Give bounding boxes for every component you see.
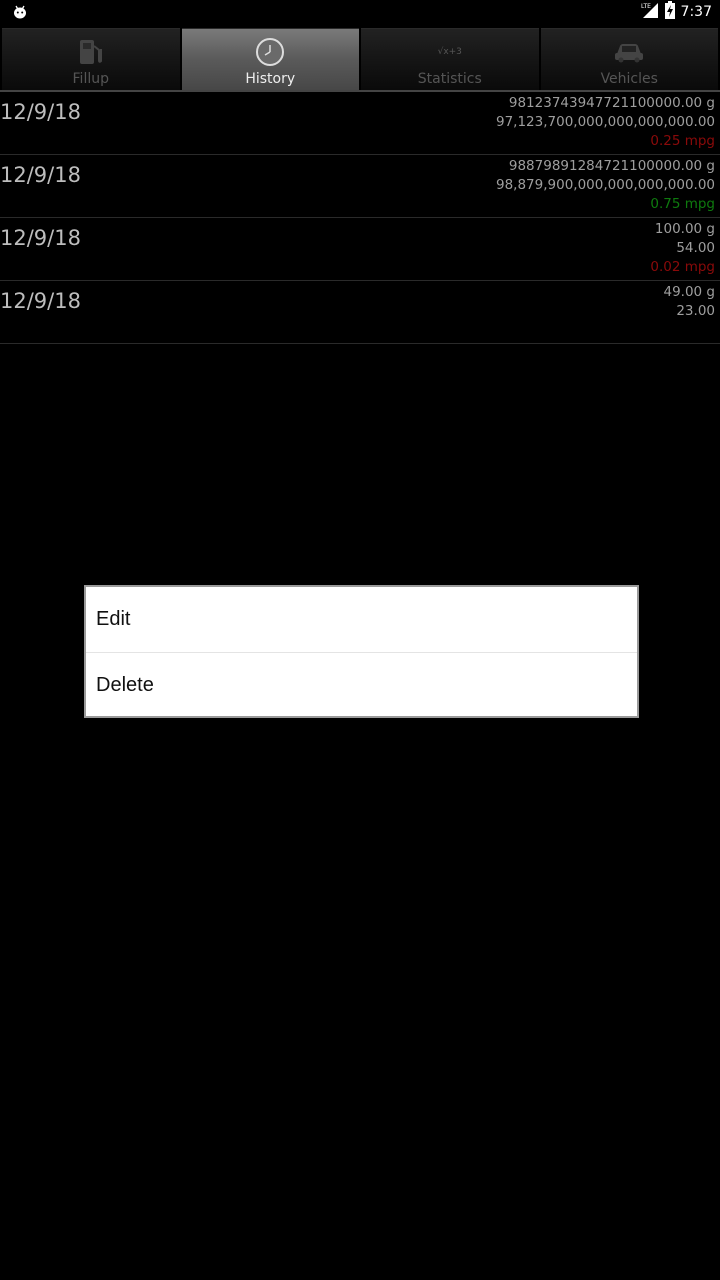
tab-bar: Fillup History √x+3 Statistics Vehicles: [0, 28, 720, 90]
tab-label: History: [245, 71, 296, 87]
history-row[interactable]: 12/9/18 98879891284721100000.00 g 98,879…: [0, 155, 720, 218]
fillup-date: 12/9/18: [0, 100, 81, 124]
fillup-mpg: 0.25 mpg: [650, 133, 715, 149]
battery-charging-icon: [664, 1, 675, 23]
tab-fillup[interactable]: Fillup: [2, 28, 180, 90]
history-row[interactable]: 12/9/18 49.00 g 23.00: [0, 281, 720, 344]
fuel-pump-icon: [74, 35, 108, 69]
android-debug-icon: [12, 4, 28, 20]
fillup-cost: 98,879,900,000,000,000,000.00: [496, 177, 715, 193]
fillup-mpg: 0.75 mpg: [650, 196, 715, 212]
edit-menu-item[interactable]: Edit: [86, 587, 637, 652]
tab-statistics[interactable]: √x+3 Statistics: [361, 28, 539, 90]
fillup-gallons: 100.00 g: [654, 221, 715, 237]
fillup-mpg: 0.02 mpg: [650, 259, 715, 275]
car-icon: [612, 35, 646, 69]
lte-signal-icon: LTE: [641, 1, 659, 23]
tab-label: Vehicles: [600, 71, 658, 87]
svg-text:LTE: LTE: [641, 3, 651, 10]
fillup-date: 12/9/18: [0, 163, 81, 187]
tab-vehicles[interactable]: Vehicles: [540, 28, 718, 90]
tab-history[interactable]: History: [181, 28, 359, 90]
tab-label: Fillup: [72, 71, 109, 87]
fillup-cost: 54.00: [676, 240, 715, 256]
formula-icon: √x+3: [433, 35, 467, 69]
fillup-date: 12/9/18: [0, 289, 81, 313]
fillup-date: 12/9/18: [0, 226, 81, 250]
delete-menu-item[interactable]: Delete: [86, 653, 637, 718]
fillup-gallons: 98123743947721100000.00 g: [508, 95, 715, 111]
formula-text: √x+3: [437, 47, 462, 57]
clock-icon: [253, 35, 287, 69]
fillup-cost: 23.00: [676, 303, 715, 319]
fillup-gallons: 98879891284721100000.00 g: [508, 158, 715, 174]
tab-label: Statistics: [417, 71, 482, 87]
fillup-gallons: 49.00 g: [663, 284, 715, 300]
fillup-cost: 97,123,700,000,000,000,000.00: [496, 114, 715, 130]
history-row[interactable]: 12/9/18 100.00 g 54.00 0.02 mpg: [0, 218, 720, 281]
context-menu-dialog: Edit Delete: [84, 585, 639, 718]
history-row[interactable]: 12/9/18 98123743947721100000.00 g 97,123…: [0, 92, 720, 155]
status-time: 7:37: [680, 4, 712, 20]
status-bar: LTE 7:37: [0, 0, 720, 24]
history-list: 12/9/18 98123743947721100000.00 g 97,123…: [0, 92, 720, 344]
